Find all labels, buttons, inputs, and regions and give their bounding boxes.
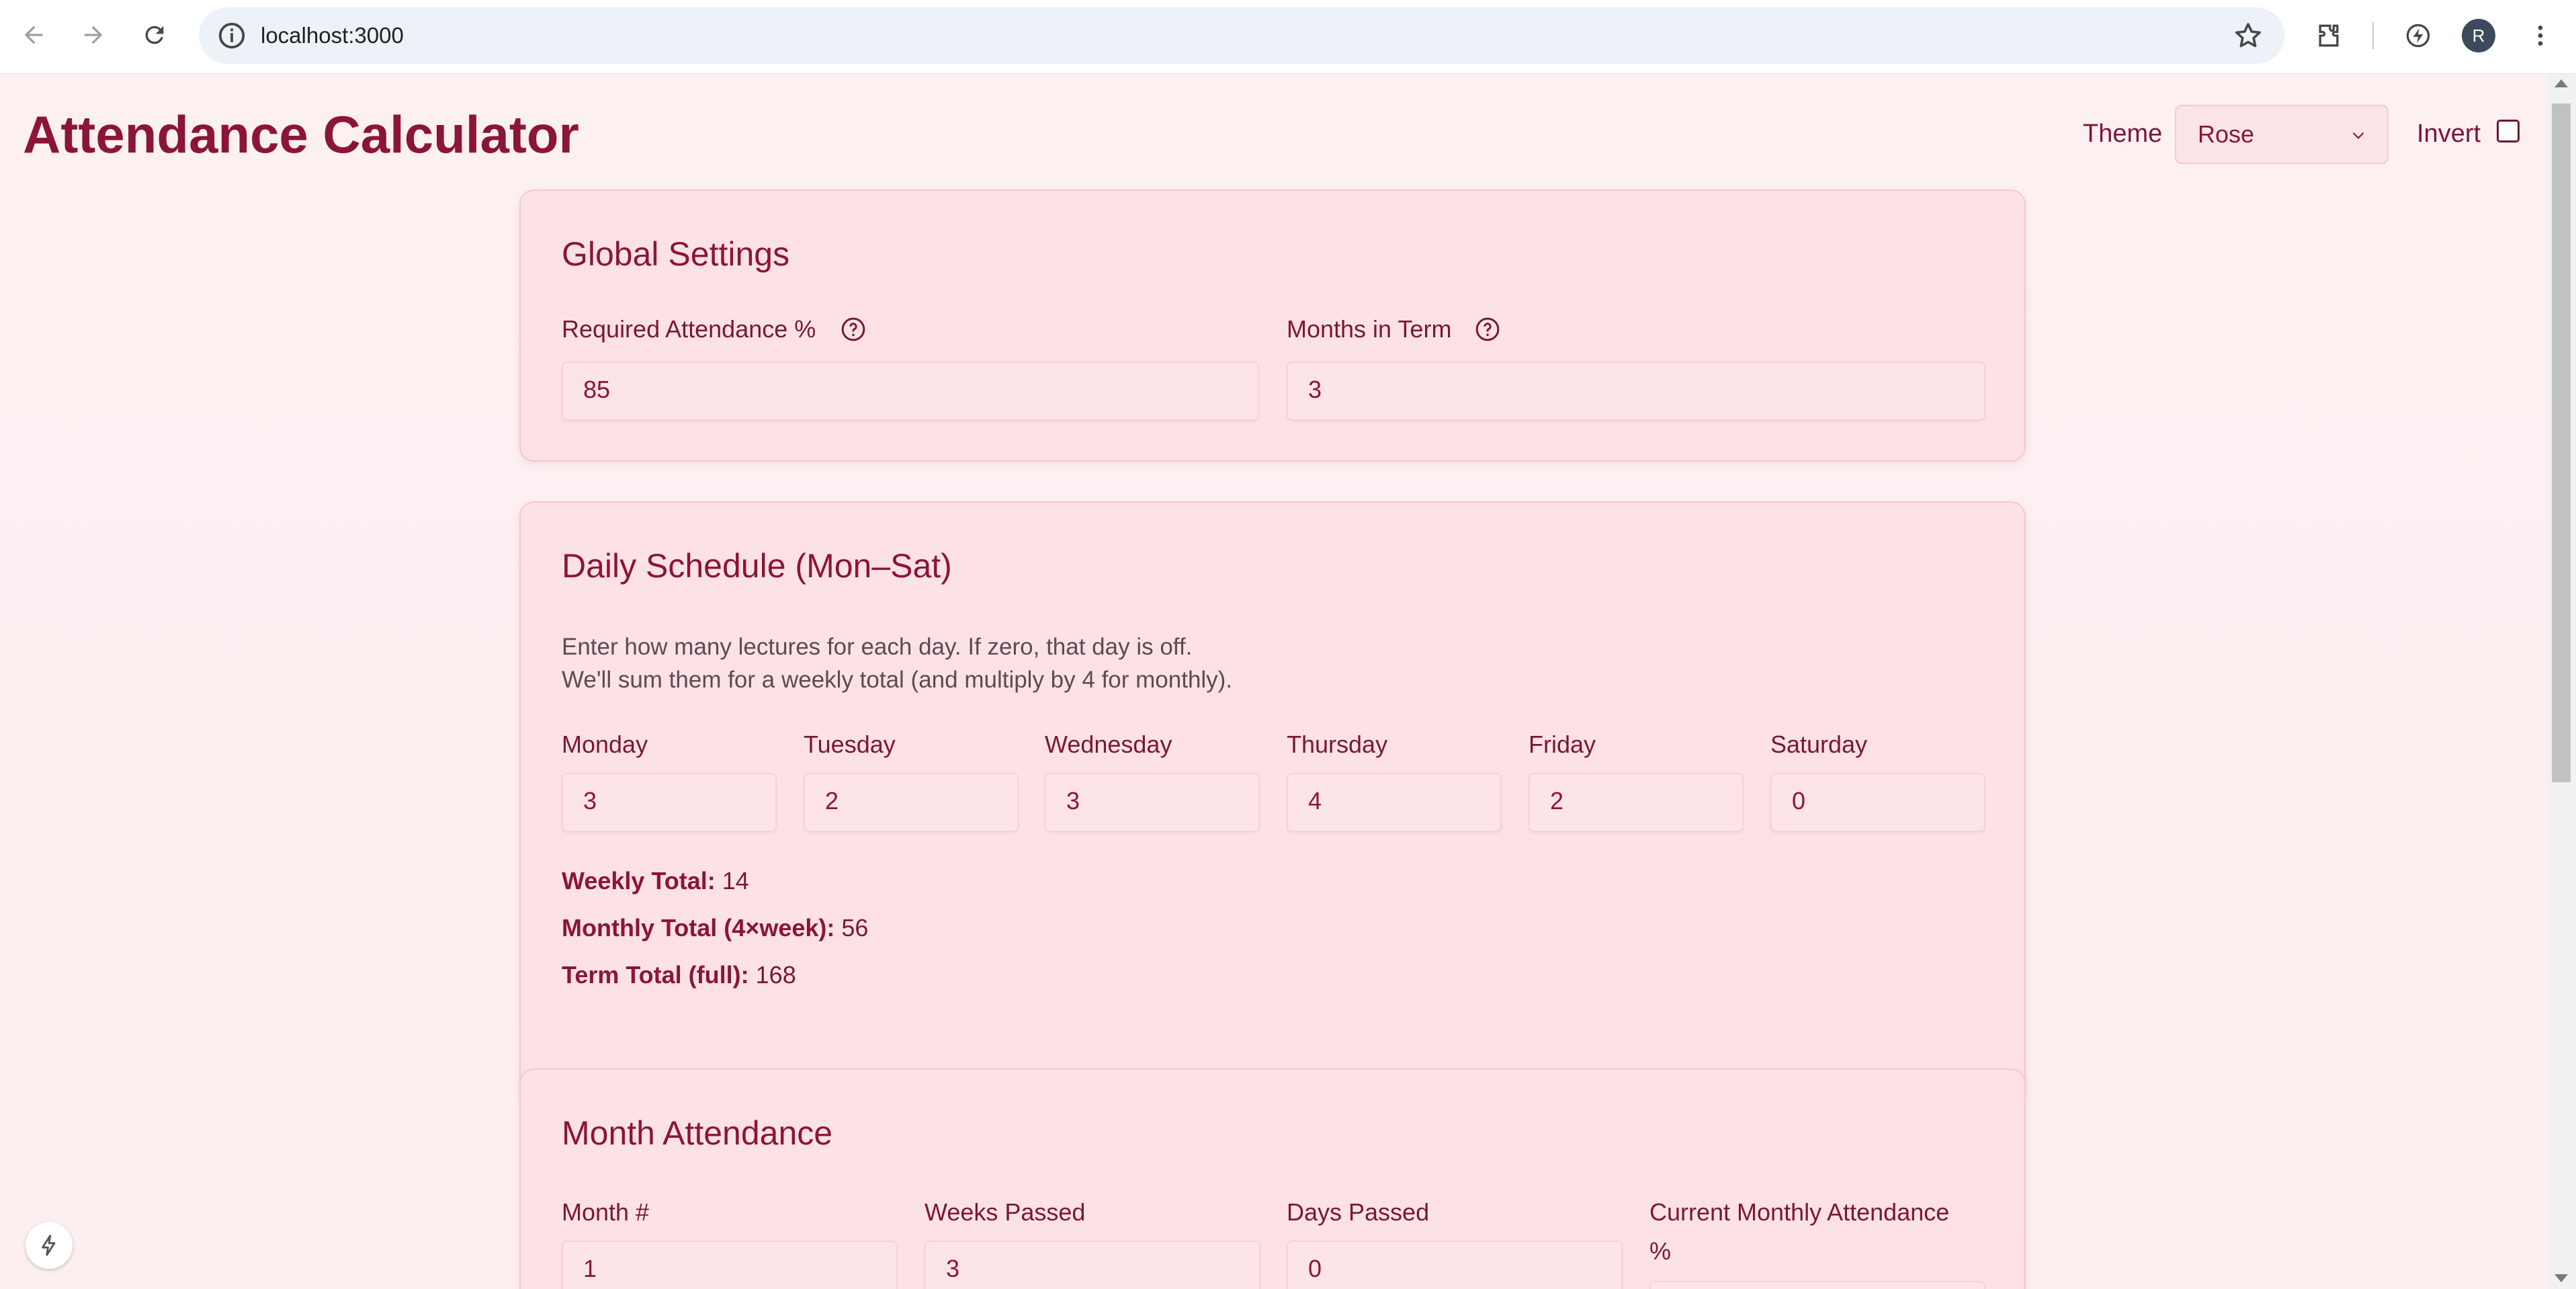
weekly-total: Weekly Total: 14 bbox=[562, 866, 749, 897]
weekly-total-value: 14 bbox=[722, 867, 749, 895]
lightning-icon bbox=[42, 1235, 56, 1256]
day-label-friday: Friday bbox=[1529, 731, 1596, 758]
forward-icon bbox=[84, 26, 103, 44]
reload-icon bbox=[145, 26, 164, 44]
daily-schedule-description-line-1: Enter how many lectures for each day. If… bbox=[562, 634, 1193, 660]
term-total-value: 168 bbox=[755, 961, 796, 989]
day-input-friday[interactable]: 2 bbox=[1529, 773, 1744, 832]
required-attendance-value: 85 bbox=[583, 376, 611, 403]
day-input-saturday[interactable]: 0 bbox=[1770, 773, 1985, 832]
day-label-monday: Monday bbox=[562, 731, 648, 758]
page-viewport: Attendance Calculator Theme Rose Invert … bbox=[0, 74, 2546, 1289]
current-monthly-attendance-label-percent: % bbox=[1649, 1237, 1672, 1265]
required-attendance-input[interactable]: 85 bbox=[562, 362, 1259, 421]
daily-schedule-description-line-2: We'll sum them for a weekly total (and m… bbox=[562, 667, 1233, 693]
day-value-monday: 3 bbox=[583, 787, 597, 815]
month-number-value: 1 bbox=[583, 1255, 597, 1282]
browser-toolbar: localhost:3000 R bbox=[0, 0, 2576, 74]
day-input-thursday[interactable]: 4 bbox=[1287, 773, 1502, 832]
theme-select-value: Rose bbox=[2198, 120, 2255, 148]
extensions-button[interactable] bbox=[2310, 17, 2348, 54]
day-input-tuesday[interactable]: 2 bbox=[804, 773, 1019, 832]
scrollbar-thumb[interactable] bbox=[2552, 103, 2571, 782]
month-number-label: Month # bbox=[562, 1198, 650, 1226]
back-button[interactable] bbox=[10, 11, 57, 58]
theme-select[interactable]: Rose bbox=[2175, 105, 2389, 164]
monthly-total-value: 56 bbox=[841, 914, 869, 942]
performance-button[interactable] bbox=[2399, 17, 2437, 54]
reload-button[interactable] bbox=[131, 11, 178, 58]
term-total: Term Total (full): 168 bbox=[562, 960, 796, 991]
day-value-friday: 2 bbox=[1550, 787, 1564, 815]
global-settings-card: Global Settings Required Attendance % 85… bbox=[519, 190, 2026, 462]
required-attendance-label: Required Attendance % bbox=[562, 315, 816, 343]
back-icon bbox=[24, 26, 43, 44]
invert-checkbox[interactable] bbox=[2497, 120, 2520, 142]
address-bar[interactable]: localhost:3000 bbox=[199, 7, 2284, 64]
months-in-term-value: 3 bbox=[1308, 376, 1322, 403]
global-settings-title: Global Settings bbox=[562, 235, 790, 273]
profile-avatar[interactable]: R bbox=[2462, 19, 2495, 52]
scroll-down-arrow-icon[interactable] bbox=[2554, 1274, 2568, 1282]
daily-schedule-card: Daily Schedule (Mon–Sat) Enter how many … bbox=[519, 501, 2026, 1103]
bookmark-star-icon[interactable] bbox=[2232, 19, 2264, 52]
days-passed-label: Days Passed bbox=[1287, 1198, 1430, 1226]
current-monthly-attendance-label: Current Monthly Attendance bbox=[1649, 1198, 1950, 1226]
month-number-input[interactable]: 1 bbox=[562, 1241, 898, 1289]
day-value-saturday: 0 bbox=[1792, 787, 1806, 815]
weekly-total-label: Weekly Total: bbox=[562, 867, 716, 895]
help-icon[interactable] bbox=[840, 316, 867, 343]
month-attendance-card: Month Attendance Month # 1 Weeks Passed … bbox=[519, 1069, 2026, 1289]
browser-menu-button[interactable] bbox=[2522, 17, 2559, 54]
monthly-total-label: Monthly Total (4×week): bbox=[562, 914, 835, 942]
extensions-icon bbox=[2319, 24, 2339, 47]
daily-schedule-title: Daily Schedule (Mon–Sat) bbox=[562, 547, 952, 585]
dev-tools-button[interactable] bbox=[26, 1222, 73, 1269]
weeks-passed-label: Weeks Passed bbox=[925, 1198, 1086, 1226]
day-input-wednesday[interactable]: 3 bbox=[1045, 773, 1260, 832]
day-label-thursday: Thursday bbox=[1287, 731, 1388, 758]
month-attendance-title: Month Attendance bbox=[562, 1114, 833, 1152]
page-scrollbar[interactable] bbox=[2546, 74, 2576, 1289]
day-value-wednesday: 3 bbox=[1066, 787, 1080, 815]
menu-dots-icon bbox=[2538, 26, 2543, 46]
toolbar-separator bbox=[2372, 22, 2374, 49]
invert-label: Invert bbox=[2417, 120, 2481, 148]
days-passed-input[interactable]: 0 bbox=[1287, 1241, 1623, 1289]
monthly-total: Monthly Total (4×week): 56 bbox=[562, 913, 868, 944]
site-info-icon[interactable] bbox=[216, 20, 247, 51]
day-label-tuesday: Tuesday bbox=[804, 731, 896, 758]
months-in-term-input[interactable]: 3 bbox=[1287, 362, 1985, 421]
help-icon[interactable] bbox=[1474, 316, 1501, 343]
day-value-tuesday: 2 bbox=[825, 787, 839, 815]
day-label-saturday: Saturday bbox=[1770, 731, 1868, 758]
day-value-thursday: 4 bbox=[1308, 787, 1322, 815]
term-total-label: Term Total (full): bbox=[562, 961, 749, 989]
page-title: Attendance Calculator bbox=[23, 105, 579, 164]
theme-label: Theme bbox=[2083, 120, 2163, 148]
days-passed-value: 0 bbox=[1308, 1255, 1322, 1282]
forward-button[interactable] bbox=[70, 11, 117, 58]
day-input-monday[interactable]: 3 bbox=[562, 773, 777, 832]
url-text: localhost:3000 bbox=[261, 23, 404, 48]
months-in-term-label: Months in Term bbox=[1287, 315, 1452, 343]
chevron-down-icon bbox=[2352, 132, 2364, 139]
day-label-wednesday: Wednesday bbox=[1045, 731, 1172, 758]
scroll-up-arrow-icon[interactable] bbox=[2554, 79, 2568, 87]
weeks-passed-value: 3 bbox=[946, 1255, 960, 1282]
current-monthly-attendance-input[interactable] bbox=[1649, 1281, 1985, 1289]
weeks-passed-input[interactable]: 3 bbox=[925, 1241, 1260, 1289]
performance-icon bbox=[2406, 24, 2430, 48]
